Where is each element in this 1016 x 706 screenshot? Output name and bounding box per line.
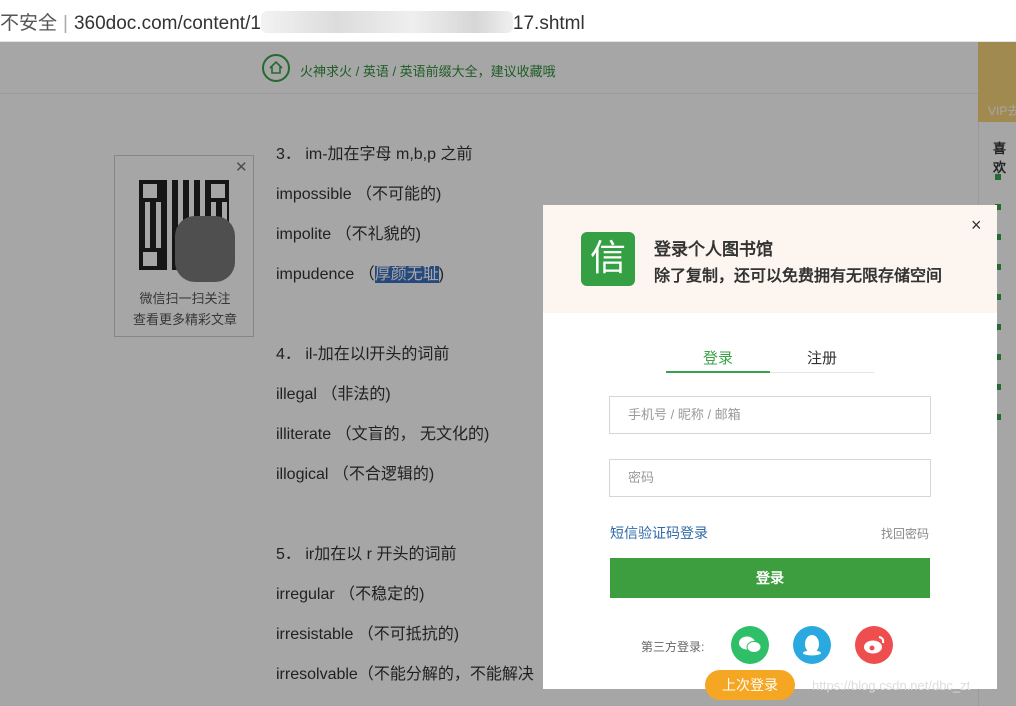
close-icon[interactable]: × xyxy=(971,215,982,236)
last-login-badge: 上次登录 xyxy=(705,670,795,700)
forgot-password-link[interactable]: 找回密码 xyxy=(881,525,929,542)
qq-icon xyxy=(803,635,821,656)
url-separator: | xyxy=(63,13,68,34)
login-button[interactable]: 登录 xyxy=(610,558,930,598)
login-tabs: 登录 注册 xyxy=(666,343,874,373)
url-blurred-segment xyxy=(260,11,513,33)
password-input[interactable]: 密码 xyxy=(609,459,931,497)
qq-login-icon[interactable] xyxy=(793,626,831,664)
modal-header: 信 登录个人图书馆 除了复制，还可以免费拥有无限存储空间 × xyxy=(543,205,997,313)
url-display[interactable]: 不安全 | 360doc.com/content/1 17.shtml xyxy=(0,8,585,35)
username-input[interactable]: 手机号 / 昵称 / 邮箱 xyxy=(609,396,931,434)
login-modal: 信 登录个人图书馆 除了复制，还可以免费拥有无限存储空间 × 登录 注册 手机号… xyxy=(543,205,997,689)
modal-subtitle: 除了复制，还可以免费拥有无限存储空间 xyxy=(654,266,943,285)
wechat-login-icon[interactable] xyxy=(731,626,769,664)
third-party-label: 第三方登录: xyxy=(641,640,705,654)
sms-login-link[interactable]: 短信验证码登录 xyxy=(610,523,708,543)
modal-title: 登录个人图书馆 xyxy=(654,240,773,260)
tab-register[interactable]: 注册 xyxy=(770,347,874,368)
weibo-icon xyxy=(864,636,885,654)
watermark: https://blog.csdn.net/dbc_zt xyxy=(812,678,971,693)
address-bar[interactable]: 不安全 | 360doc.com/content/1 17.shtml xyxy=(0,0,1016,42)
url-prefix: 360doc.com/content/1 xyxy=(73,13,261,34)
library-logo-icon: 信 xyxy=(581,232,635,286)
wechat-icon xyxy=(739,636,762,653)
tab-login[interactable]: 登录 xyxy=(666,347,770,373)
insecure-label: 不安全 xyxy=(0,13,58,34)
url-suffix: 17.shtml xyxy=(512,13,585,34)
weibo-login-icon[interactable] xyxy=(855,626,893,664)
